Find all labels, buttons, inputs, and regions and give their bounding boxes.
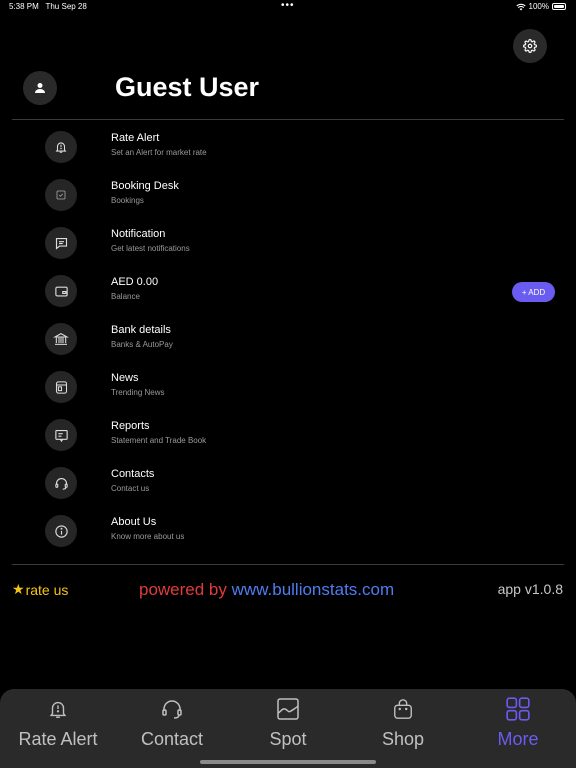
menu-item-about-us[interactable]: About Us Know more about us bbox=[0, 515, 576, 563]
tab-label: Rate Alert bbox=[18, 729, 98, 749]
settings-button[interactable] bbox=[513, 29, 547, 63]
menu-icon-container bbox=[45, 371, 77, 403]
avatar[interactable] bbox=[23, 71, 57, 105]
website-link[interactable]: www.bullionstats.com bbox=[232, 580, 395, 599]
bank-icon bbox=[53, 333, 69, 345]
menu-subtitle: Statement and Trade Book bbox=[111, 436, 207, 445]
app-version: app v1.0.8 bbox=[497, 581, 563, 597]
menu-title: Bank details bbox=[111, 324, 171, 336]
menu-title: Contacts bbox=[111, 468, 155, 480]
menu-item-contacts[interactable]: Contacts Contact us bbox=[0, 467, 576, 515]
battery-percent: 100% bbox=[528, 2, 549, 11]
wifi-icon bbox=[515, 3, 526, 10]
menu-subtitle: Get latest notifications bbox=[111, 244, 190, 253]
newspaper-icon bbox=[55, 380, 67, 394]
menu-subtitle: Set an Alert for market rate bbox=[111, 148, 207, 157]
menu-item-notification[interactable]: Notification Get latest notifications bbox=[0, 227, 576, 275]
menu-subtitle: Know more about us bbox=[111, 532, 185, 541]
bag-icon bbox=[394, 699, 412, 719]
multitasking-dots[interactable]: ••• bbox=[281, 0, 295, 11]
menu-icon-container bbox=[45, 323, 77, 355]
tab-shop[interactable]: Shop bbox=[353, 695, 453, 755]
tab-label: Contact bbox=[140, 729, 204, 749]
add-balance-button[interactable]: + ADD bbox=[512, 282, 555, 302]
star-icon: ★ bbox=[12, 581, 25, 597]
tab-more[interactable]: More bbox=[468, 695, 568, 755]
battery-icon bbox=[552, 3, 566, 10]
tab-label: Shop bbox=[381, 729, 425, 749]
tab-label: Spot bbox=[269, 729, 307, 749]
menu-item-reports[interactable]: Reports Statement and Trade Book bbox=[0, 419, 576, 467]
menu-title: About Us bbox=[111, 516, 157, 528]
menu-item-news[interactable]: News Trending News bbox=[0, 371, 576, 419]
menu-subtitle: Trending News bbox=[111, 388, 165, 397]
status-time: 5:38 PM Thu Sep 28 bbox=[9, 2, 87, 11]
menu-title: Reports bbox=[111, 420, 150, 432]
tab-spot[interactable]: Spot bbox=[238, 695, 338, 755]
grid-icon bbox=[506, 697, 530, 721]
menu-icon-container bbox=[45, 467, 77, 499]
menu-subtitle: Contact us bbox=[111, 484, 150, 493]
rate-us-link[interactable]: ★ rate us bbox=[12, 581, 68, 598]
powered-by-label: powered by bbox=[139, 580, 227, 599]
info-icon bbox=[54, 524, 68, 538]
bell-icon bbox=[49, 701, 67, 718]
headset-icon bbox=[54, 477, 68, 490]
tab-rate-alert[interactable]: Rate Alert bbox=[8, 695, 108, 755]
status-bar: 5:38 PM Thu Sep 28 ••• 100% bbox=[0, 0, 576, 14]
rate-us-label: rate us bbox=[25, 581, 69, 598]
menu-item-bank-details[interactable]: Bank details Banks & AutoPay bbox=[0, 323, 576, 371]
menu-icon-container bbox=[45, 419, 77, 451]
gear-icon bbox=[523, 39, 537, 53]
checkbox-icon bbox=[56, 190, 66, 200]
footer: ★ rate us powered by www.bullionstats.co… bbox=[0, 580, 576, 600]
menu-item-balance[interactable]: AED 0.00 Balance bbox=[0, 275, 576, 323]
headset-icon bbox=[162, 700, 182, 719]
menu-icon-container bbox=[45, 275, 77, 307]
tab-bar: Rate Alert Contact Spot Shop More bbox=[0, 689, 576, 768]
menu-title: Notification bbox=[111, 228, 166, 240]
menu-item-booking-desk[interactable]: Booking Desk Bookings bbox=[0, 179, 576, 227]
menu-icon-container bbox=[45, 227, 77, 259]
menu-title: News bbox=[111, 372, 139, 384]
header-divider bbox=[12, 119, 564, 120]
footer-divider bbox=[12, 564, 564, 565]
user-icon bbox=[35, 83, 45, 93]
menu-icon-container bbox=[45, 179, 77, 211]
user-name: Guest User bbox=[115, 72, 260, 102]
menu-item-rate-alert[interactable]: Rate Alert Set an Alert for market rate bbox=[0, 131, 576, 179]
home-indicator[interactable] bbox=[200, 760, 376, 764]
menu-icon-container bbox=[45, 515, 77, 547]
balance-amount: AED 0.00 bbox=[111, 276, 159, 288]
wallet-icon bbox=[54, 286, 68, 296]
status-right: 100% bbox=[515, 2, 566, 11]
menu-subtitle: Balance bbox=[111, 292, 140, 301]
tab-label: More bbox=[497, 729, 539, 749]
chart-icon bbox=[277, 698, 299, 720]
bell-icon bbox=[55, 142, 67, 153]
menu-title: Booking Desk bbox=[111, 180, 179, 192]
tab-contact[interactable]: Contact bbox=[122, 695, 222, 755]
menu-subtitle: Banks & AutoPay bbox=[111, 340, 173, 349]
menu-icon-container bbox=[45, 131, 77, 163]
report-icon bbox=[54, 429, 68, 442]
menu-subtitle: Bookings bbox=[111, 196, 144, 205]
message-icon bbox=[55, 237, 67, 250]
menu-title: Rate Alert bbox=[111, 132, 160, 144]
powered-by: powered by www.bullionstats.com bbox=[139, 580, 394, 600]
